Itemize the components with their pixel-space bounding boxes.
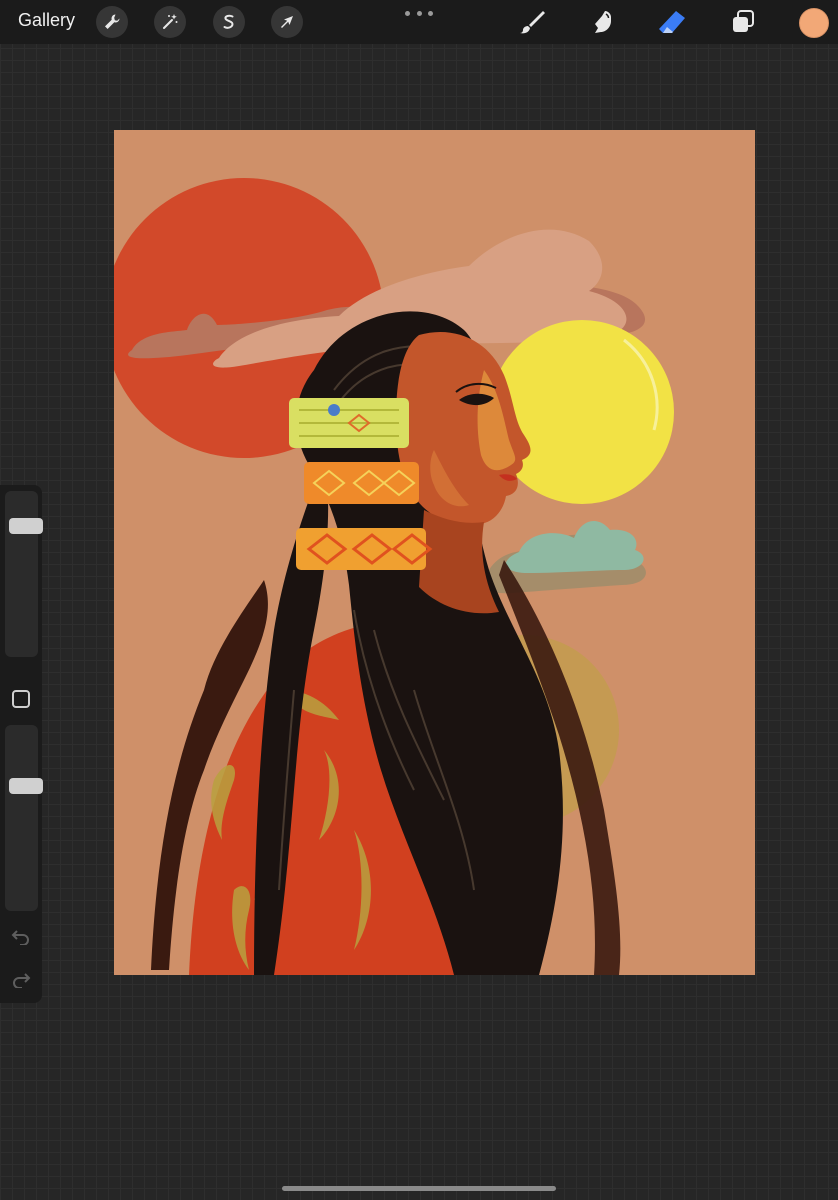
dot [416,10,422,16]
hair-clips [289,398,433,570]
hair-clip-bottom [296,528,426,570]
dot [428,10,433,16]
yellow-sun-shape [490,320,674,504]
layers-icon [733,10,754,32]
selection-button[interactable] [213,6,245,38]
smudge-finger-icon [595,11,611,33]
artwork-illustration [114,178,674,975]
redo-icon [13,973,31,988]
redo-button[interactable] [9,968,33,992]
color-picker-swatch[interactable] [799,8,829,38]
undo-button[interactable] [9,925,33,949]
magic-wand-icon [163,14,178,29]
hair-clip-middle [304,462,419,504]
smudge-button[interactable] [586,6,618,38]
actions-button[interactable] [96,6,128,38]
brush-button[interactable] [516,6,548,38]
top-toolbar: Gallery [0,0,838,44]
more-options-button[interactable] [405,2,433,24]
brush-icon [520,11,545,34]
arrow-cursor-icon [281,16,293,28]
layers-button[interactable] [727,6,759,38]
brush-size-slider[interactable] [5,491,43,657]
left-sidebar [0,485,43,1003]
eraser-button[interactable] [656,6,688,38]
mint-cloud-shape [505,520,644,573]
undo-icon [11,930,29,945]
gallery-button[interactable]: Gallery [18,10,75,31]
adjustments-button[interactable] [154,6,186,38]
transform-button[interactable] [271,6,303,38]
brush-size-thumb[interactable] [9,518,43,534]
square-modify-icon[interactable] [12,690,30,708]
selection-s-icon [223,14,234,29]
more-dots-icon [405,10,410,16]
eraser-icon [659,11,685,33]
home-indicator[interactable] [282,1186,556,1191]
opacity-thumb[interactable] [9,778,43,794]
opacity-slider[interactable] [5,725,43,911]
wrench-icon [105,14,120,29]
artwork-canvas[interactable] [114,130,755,975]
